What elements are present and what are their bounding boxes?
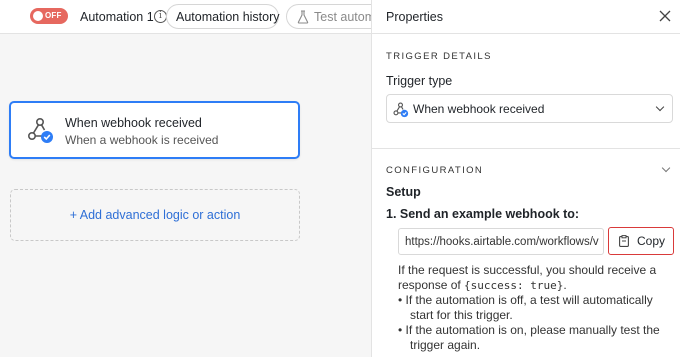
add-action-button[interactable]: + Add advanced logic or action xyxy=(10,189,300,241)
copy-button[interactable]: Copy xyxy=(608,227,674,255)
toggle-label: OFF xyxy=(45,11,62,20)
help-text-prefix: response of xyxy=(398,278,465,292)
help-text-line: If the request is successful, you should… xyxy=(398,263,657,277)
trigger-type-label: Trigger type xyxy=(386,74,453,88)
success-code: {success: true} xyxy=(464,279,564,292)
chevron-down-icon xyxy=(655,102,665,112)
configuration-heading[interactable]: CONFIGURATION xyxy=(386,165,483,177)
clipboard-icon xyxy=(619,235,629,247)
automation-toolbar: OFF Automation 1 i Automation history Te… xyxy=(0,0,371,34)
webhook-icon xyxy=(27,117,53,143)
automation-toggle[interactable]: OFF xyxy=(30,8,68,24)
toggle-knob xyxy=(33,11,43,21)
close-icon[interactable] xyxy=(659,10,671,22)
trigger-type-select[interactable]: When webhook received xyxy=(386,94,673,123)
automation-name[interactable]: Automation 1 xyxy=(80,9,154,25)
help-text-line: response of {success: true}. xyxy=(398,278,567,293)
panel-title: Properties xyxy=(386,10,443,24)
trigger-subtitle: When a webhook is received xyxy=(65,133,219,147)
trigger-details-heading: TRIGGER DETAILS xyxy=(386,51,492,62)
automation-history-button[interactable]: Automation history xyxy=(166,4,280,29)
add-action-label: + Add advanced logic or action xyxy=(69,208,241,222)
chevron-down-icon[interactable] xyxy=(661,163,671,173)
webhook-icon xyxy=(393,102,409,118)
automation-canvas: OFF Automation 1 i Automation history Te… xyxy=(0,0,371,357)
step-1-label: 1. Send an example webhook to: xyxy=(386,207,580,221)
webhook-url-field[interactable]: https://hooks.airtable.com/workflows/v xyxy=(398,228,604,255)
panel-header: Properties xyxy=(372,0,680,34)
help-text-suffix: . xyxy=(563,278,567,292)
automation-history-label: Automation history xyxy=(176,10,280,24)
help-bullet-line: • If the automation is on, please manual… xyxy=(398,323,660,337)
help-bullet-line: • If the automation is off, a test will … xyxy=(398,293,653,307)
test-automation-label: Test automation xyxy=(314,10,371,24)
trigger-type-value: When webhook received xyxy=(413,102,545,116)
test-automation-button[interactable]: Test automation xyxy=(286,4,371,29)
help-bullet-line: trigger again. xyxy=(410,338,481,352)
copy-label: Copy xyxy=(637,234,666,248)
section-divider xyxy=(372,148,680,149)
flask-icon xyxy=(297,10,309,24)
setup-label: Setup xyxy=(386,185,421,199)
trigger-title: When webhook received xyxy=(65,116,202,130)
properties-panel: Properties TRIGGER DETAILS Trigger type … xyxy=(371,0,680,357)
help-bullet-line: start for this trigger. xyxy=(410,308,513,322)
trigger-card[interactable]: When webhook received When a webhook is … xyxy=(9,101,300,159)
webhook-url-value: https://hooks.airtable.com/workflows/v xyxy=(405,236,599,248)
